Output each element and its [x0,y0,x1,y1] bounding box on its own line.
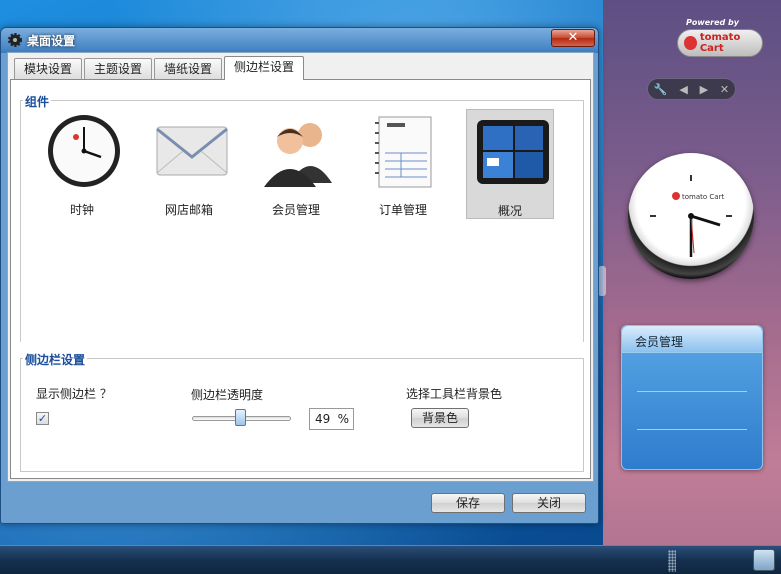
orders-icon [375,116,432,188]
sidebar-settings-group: 侧边栏设置 显示侧边栏 ？ ✓ 侧边栏透明度 49 % 选择工具栏背景色 背景色 [20,351,584,472]
sidebar-settings-group-label: 侧边栏设置 [23,351,88,368]
save-button[interactable]: 保存 [431,493,505,513]
bg-color-button[interactable]: 背景色 [411,408,469,428]
taskbar [0,545,781,574]
prev-arrow-icon[interactable]: ◀ [679,83,687,96]
window-close-button[interactable]: ✕ [551,29,595,47]
component-label: 网店邮箱 [164,203,213,217]
sidebar-resize-handle[interactable] [598,266,606,296]
overview-icon [477,120,549,184]
component-mail[interactable]: 网店邮箱 [145,109,233,219]
component-overview[interactable]: 概况 [466,109,554,219]
component-label: 会员管理 [271,203,320,217]
powered-by-text: Powered by [686,18,739,27]
tab-sidebar-settings[interactable]: 侧边栏设置 [224,56,305,80]
opacity-slider-thumb[interactable] [235,409,246,426]
close-icon[interactable]: ✕ [720,83,729,96]
clock-gadget[interactable]: tomato Cart [628,153,754,279]
component-label: 订单管理 [378,203,427,217]
next-arrow-icon[interactable]: ▶ [700,83,708,96]
mail-icon [156,126,228,176]
desktop-settings-window: 桌面设置 ✕ 模块设置 主题设置 墙纸设置 侧边栏设置 组件 时钟 网店邮箱 会… [0,27,599,524]
tomato-logo-icon [684,36,697,50]
taskbar-grip[interactable] [668,550,676,572]
component-members[interactable]: 会员管理 [252,109,340,219]
gadget-title: 会员管理 [622,326,762,353]
tab-module-settings[interactable]: 模块设置 [14,58,83,80]
opacity-input[interactable]: 49 % [309,408,354,430]
tab-panel: 组件 时钟 网店邮箱 会员管理 订单管理 概况 侧边栏设置 显示侧边栏 ？ ✓ … [10,79,591,479]
components-group: 组件 时钟 网店邮箱 会员管理 订单管理 概况 [20,93,584,342]
component-label: 概况 [497,204,522,218]
window-body: 模块设置 主题设置 墙纸设置 侧边栏设置 组件 时钟 网店邮箱 会员管理 订单管… [7,52,594,482]
logo-text: tomato Cart [699,32,741,54]
gear-icon [8,33,22,47]
component-clock[interactable]: 时钟 [38,109,126,219]
component-orders[interactable]: 订单管理 [359,109,447,219]
clock-face-icon: tomato Cart [650,175,732,257]
tab-wallpaper-settings[interactable]: 墙纸设置 [154,58,223,80]
show-sidebar-label: 显示侧边栏 ？ [36,387,112,401]
gadget-divider [637,391,747,392]
opacity-value: 49 [315,412,331,426]
close-button[interactable]: 关闭 [512,493,586,513]
sidebar-toolbar: 🔧 ◀ ▶ ✕ [647,78,736,100]
gadget-divider [637,429,747,430]
opacity-unit: % [337,412,349,426]
show-sidebar-checkbox[interactable]: ✓ [36,412,49,425]
components-group-label: 组件 [23,93,52,110]
sidebar-opacity-label: 侧边栏透明度 [191,388,264,402]
member-management-gadget[interactable]: 会员管理 [621,325,763,470]
tab-theme-settings[interactable]: 主题设置 [84,58,153,80]
users-icon [264,123,332,187]
notepad-icon[interactable] [753,549,775,571]
window-title: 桌面设置 [27,34,76,48]
wrench-icon[interactable]: 🔧 [654,83,668,96]
component-label: 时钟 [69,203,94,217]
toolbar-bg-label: 选择工具栏背景色 [406,387,503,401]
tomatocart-logo: tomato Cart [677,29,763,57]
tab-strip: 模块设置 主题设置 墙纸设置 侧边栏设置 [14,56,305,80]
svg-text:tomato Cart: tomato Cart [682,193,724,201]
clock-icon [48,115,120,187]
